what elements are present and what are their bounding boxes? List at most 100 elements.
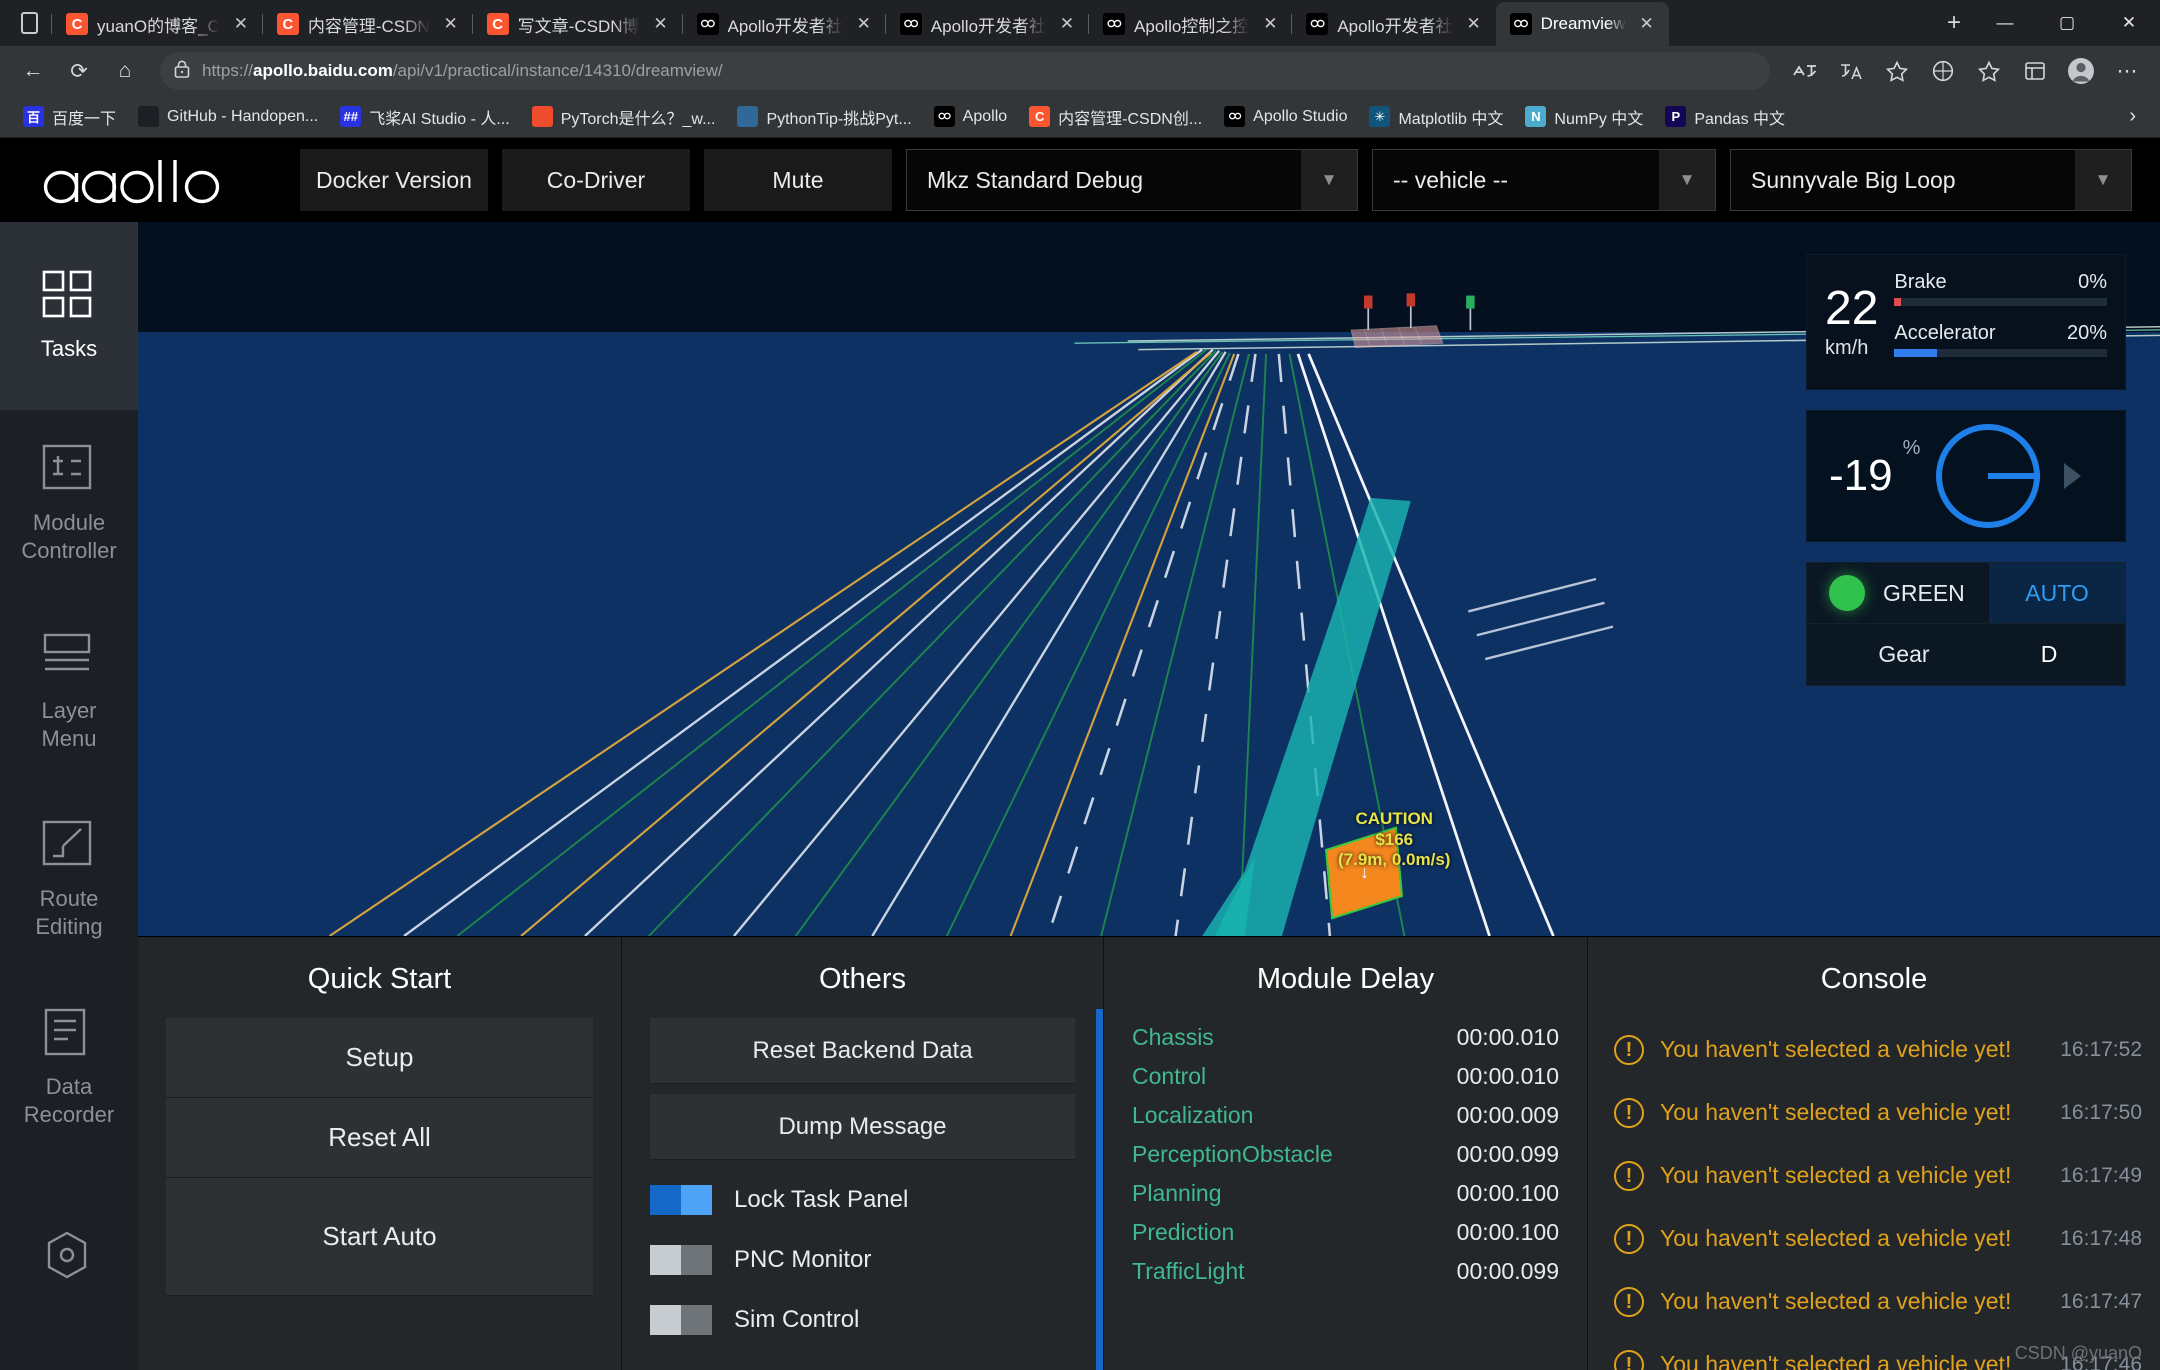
module-delay-list: Chassis 00:00.010 Control 00:00.010 Localiza… [1104,1018,1587,1370]
tab-title: yuanO的博客_C [97,16,220,36]
address-bar[interactable]: https://apollo.baidu.com/api/v1/practica… [160,52,1770,90]
bookmark-label: 内容管理-CSDN创... [1058,110,1203,128]
browser-tab[interactable]: ထ Apollo开发者社 ✕ [1291,2,1495,46]
reset-backend-data-button[interactable]: Reset Backend Data [650,1018,1075,1084]
reload-icon[interactable]: ⟳ [58,50,100,92]
others-scrollbar[interactable] [1096,1009,1103,1370]
home-icon[interactable]: ⌂ [104,50,146,92]
translate-icon[interactable] [1830,50,1872,92]
sidebar-item-module-controller[interactable]: Module Controller [0,410,138,598]
console-timestamp: 16:17:49 [2060,1163,2142,1187]
bookmark-favicon: ## [340,106,362,127]
map-select[interactable]: Sunnyvale Big Loop ▼ [1730,149,2132,211]
bookmarks-bar: 百百度一下 GitHub - Handopen... ## 飞桨AI Studio -… [0,96,2160,138]
start-auto-button[interactable]: Start Auto [166,1178,593,1296]
sidebar-item-layer-menu[interactable]: Layer Menu [0,598,138,786]
quick-start-title: Quick Start [307,963,452,995]
toggle-switch[interactable] [650,1305,712,1335]
speed-panel: 22 km/h Brake 0% Accelerator 20% [1806,254,2126,390]
close-tab-icon[interactable]: ✕ [649,12,673,36]
obstacle-caution-label: CAUTION $166 (7.9m, 0.0m/s) [1338,809,1450,871]
docker-version-button[interactable]: Docker Version [300,149,488,211]
settings-menu-icon[interactable]: ⋯ [2106,50,2148,92]
3d-scene[interactable]: ↓ CAUTION $166 (7.9m, 0.0m/s) 22 km/h Br… [138,222,2160,936]
module-name: PerceptionObstacle [1132,1141,1333,1167]
bookmark-item[interactable]: ## 飞桨AI Studio - 人... [331,100,519,134]
browser-tab[interactable]: ထ Apollo控制之控 ✕ [1088,2,1292,46]
close-tab-icon[interactable]: ✕ [439,12,463,36]
back-icon[interactable]: ← [12,50,54,92]
bookmark-label: NumPy 中文 [1554,110,1644,128]
bookmark-item[interactable]: PyTorch是什么？_w... [523,100,725,134]
mode-select[interactable]: Mkz Standard Debug ▼ [906,149,1358,211]
console-message: You haven't selected a vehicle yet! [1660,1225,2012,1251]
tab-title: 内容管理-CSDN [307,16,430,36]
tab-actions-icon[interactable] [6,0,52,46]
browser-essentials-icon[interactable] [1922,50,1964,92]
favorites-icon[interactable] [1968,50,2010,92]
vehicle-select[interactable]: -- vehicle -- ▼ [1372,149,1716,211]
bookmark-item[interactable]: PythonTip-挑战Pyt... [728,100,920,134]
lock-task-panel-toggle-row[interactable]: Lock Task Panel [650,1170,1075,1230]
speed-value: 22 [1825,281,1879,335]
bookmark-item[interactable]: GitHub - Handopen... [129,101,327,132]
reset-all-button[interactable]: Reset All [166,1098,593,1178]
new-tab-button[interactable]: + [1934,3,1974,43]
mute-button[interactable]: Mute [704,149,892,211]
pnc-monitor-toggle-row[interactable]: PNC Monitor [650,1230,1075,1290]
bookmark-item[interactable]: N NumPy 中文 [1516,100,1652,134]
setup-button[interactable]: Setup [166,1018,593,1098]
bookmark-label: 飞桨AI Studio - 人... [369,110,510,128]
obstacle-id: $166 [1375,829,1414,849]
vehicle-select-value: -- vehicle -- [1393,166,1509,193]
browser-tab[interactable]: C 内容管理-CSDN ✕ [261,2,473,46]
sidebar-item-settings[interactable] [0,1162,138,1350]
close-tab-icon[interactable]: ✕ [1258,12,1282,36]
console-title: Console [1820,963,1928,995]
module-delay-value: 00:00.009 [1456,1102,1559,1128]
toggle-switch[interactable] [650,1185,712,1215]
others-title: Others [818,963,907,995]
status-panel: GREEN AUTO Gear D [1806,562,2126,686]
bookmarks-overflow-icon[interactable]: › [2119,101,2146,132]
bookmark-item[interactable]: ထ Apollo [925,101,1016,132]
close-tab-icon[interactable]: ✕ [852,12,876,36]
sim-control-toggle-row[interactable]: Sim Control [650,1290,1075,1350]
toggle-switch[interactable] [650,1245,712,1275]
co-driver-button[interactable]: Co-Driver [502,149,690,211]
gear-label: Gear [1878,641,1930,667]
close-tab-icon[interactable]: ✕ [1055,12,1079,36]
bookmark-item[interactable]: ထ Apollo Studio [1215,101,1356,132]
tab-title: Dreamview [1540,14,1626,33]
accelerator-row: Accelerator 20% [1894,322,2107,345]
add-favorite-icon[interactable] [1876,50,1918,92]
browser-tab[interactable]: ထ Apollo开发者社 ✕ [884,2,1089,46]
browser-tab[interactable]: ထ Apollo开发者社 ✕ [681,2,886,46]
bookmark-item[interactable]: C 内容管理-CSDN创... [1020,100,1211,134]
close-tab-icon[interactable]: ✕ [1462,12,1486,36]
bookmark-item[interactable]: P Pandas 中文 [1656,100,1794,134]
maximize-button[interactable]: ▢ [2036,0,2098,46]
read-aloud-icon[interactable] [1784,50,1826,92]
console-entry: ! You haven't selected a vehicle yet! 16:1… [1614,1081,2142,1144]
apollo-icon: ထ [1509,13,1532,35]
close-tab-icon[interactable]: ✕ [1635,12,1659,36]
bookmark-favicon: N [1525,106,1547,127]
url-path: /api/v1/practical/instance/14310/dreamvi… [392,61,723,80]
close-tab-icon[interactable]: ✕ [229,12,253,36]
sidebar-item-route-editing[interactable]: Route Editing [0,786,138,974]
browser-tab[interactable]: CyuanO的博客_C ✕ [51,2,263,46]
sidebar-item-tasks[interactable]: Tasks [0,222,138,410]
collections-icon[interactable] [2014,50,2056,92]
sidebar-item-data-recorder[interactable]: Data Recorder [0,974,138,1162]
module-name: TrafficLight [1132,1258,1245,1284]
close-window-button[interactable]: ✕ [2098,0,2160,46]
browser-tab[interactable]: ထ Dreamview ✕ [1495,2,1669,46]
minimize-button[interactable]: — [1974,0,2036,46]
apollo-icon: ထ [696,13,719,35]
bookmark-item[interactable]: ✳ Matplotlib 中文 [1360,100,1512,134]
browser-tab[interactable]: C 写文章-CSDN博 ✕ [471,2,683,46]
profile-avatar[interactable] [2060,50,2102,92]
bookmark-item[interactable]: 百百度一下 [14,100,125,134]
dump-message-button[interactable]: Dump Message [650,1094,1075,1160]
